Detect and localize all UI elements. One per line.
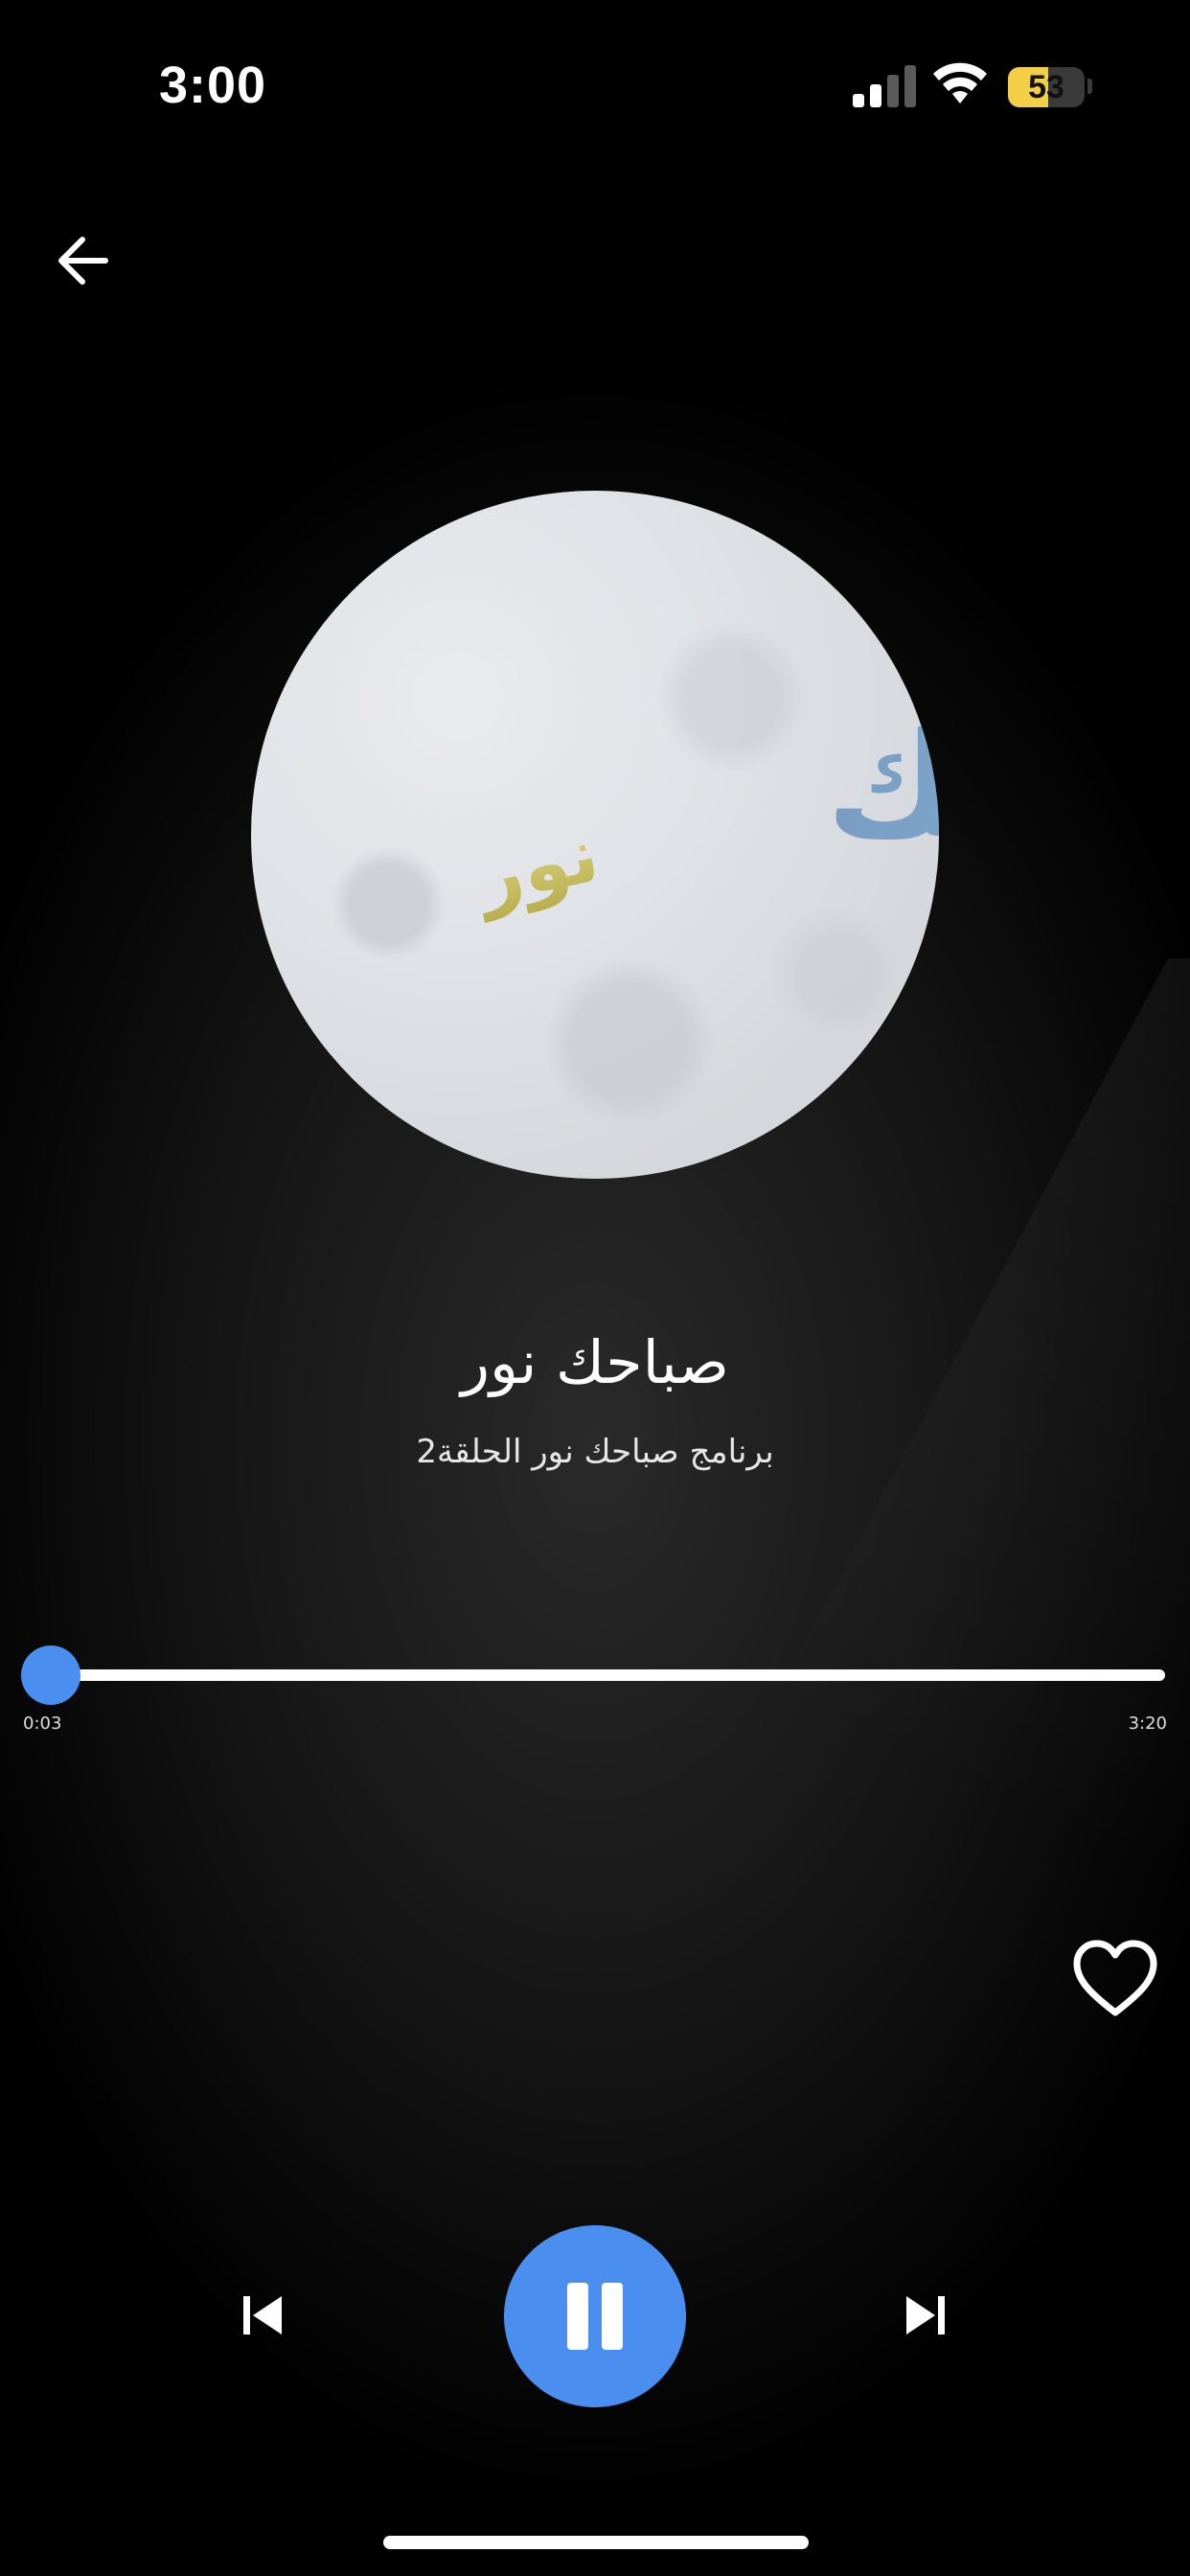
heart-outline-icon [1073,1940,1157,2016]
artwork-logo-main: صباحك [826,703,939,870]
arrow-left-icon [58,237,108,285]
wifi-icon [933,61,987,105]
next-button[interactable] [904,2294,947,2336]
skip-previous-icon [243,2296,282,2334]
battery-level: 53 [1028,69,1064,105]
track-title: صباحك نور [461,1327,729,1397]
track-subtitle: برنامج صباحك نور الحلقة2 [416,1433,774,1471]
favorite-button[interactable] [1071,1938,1159,2020]
artwork-logo-small: نور [466,810,606,924]
previous-button[interactable] [241,2294,284,2336]
total-time: 3:20 [1128,1714,1167,1734]
battery-nub [1087,79,1092,94]
home-indicator[interactable] [383,2536,809,2549]
current-time: 0:03 [23,1714,62,1734]
status-time: 3:00 [159,57,267,114]
back-button[interactable] [54,230,115,291]
skip-next-icon [906,2296,945,2334]
progress-thumb[interactable] [21,1645,80,1705]
album-artwork: صباحك نور [251,491,939,1179]
progress-track[interactable] [52,1669,1165,1681]
battery-icon: 53 [1008,67,1085,107]
cellular-signal-icon [853,65,916,107]
pause-button[interactable] [504,2225,686,2407]
